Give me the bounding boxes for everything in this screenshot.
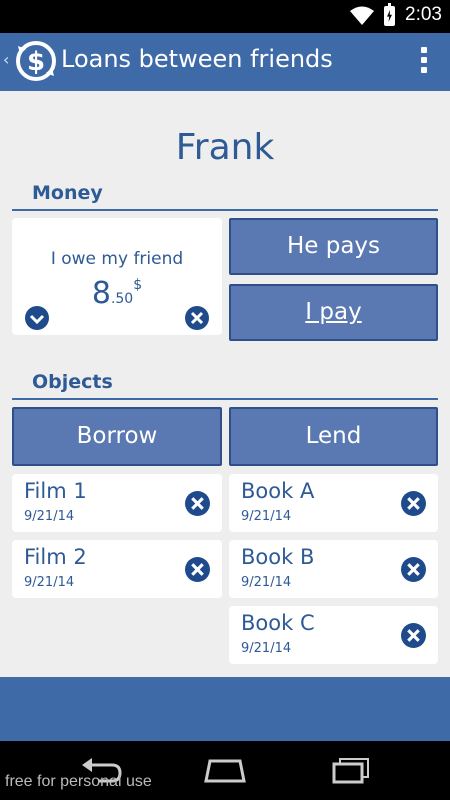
wifi-icon (350, 6, 374, 25)
app-bar: ‹ $ Loans between friends (0, 33, 450, 91)
recents-icon[interactable] (328, 755, 374, 785)
status-time: 2:03 (405, 4, 442, 25)
battery-icon (384, 3, 395, 26)
main-content: Frank Money I owe my friend 8.50$ He pay… (0, 91, 450, 677)
item-name: Book C (241, 611, 315, 635)
borrowed-item[interactable]: Film 2 9/21/14 (12, 540, 222, 598)
balance-card: I owe my friend 8.50$ (12, 218, 222, 335)
item-date: 9/21/14 (241, 509, 292, 524)
up-navigation-icon[interactable]: ‹ (3, 50, 9, 69)
delete-item-close-icon[interactable] (185, 557, 210, 582)
objects-section-title: Objects (32, 371, 113, 393)
overflow-menu-icon[interactable] (420, 47, 428, 77)
lent-item[interactable]: Book B 9/21/14 (229, 540, 438, 598)
friend-name: Frank (175, 127, 275, 168)
item-date: 9/21/14 (24, 509, 75, 524)
he-pays-button[interactable]: He pays (229, 218, 438, 275)
amount-decimal: .50 (110, 291, 134, 307)
watermark-text: free for personal use (5, 773, 152, 790)
i-pay-button[interactable]: I pay (229, 284, 438, 341)
item-name: Film 1 (24, 479, 87, 503)
item-date: 9/21/14 (241, 641, 292, 656)
app-logo-glyph: $ (27, 47, 45, 77)
delete-item-close-icon[interactable] (401, 491, 426, 516)
delete-item-close-icon[interactable] (401, 557, 426, 582)
chevron-down-icon[interactable] (25, 306, 49, 330)
delete-item-close-icon[interactable] (401, 623, 426, 648)
borrow-button[interactable]: Borrow (12, 407, 222, 466)
item-date: 9/21/14 (24, 575, 75, 590)
item-date: 9/21/14 (241, 575, 292, 590)
lent-item[interactable]: Book A 9/21/14 (229, 474, 438, 532)
borrowed-item[interactable]: Film 1 9/21/14 (12, 474, 222, 532)
system-navigation-bar: free for personal use (0, 741, 450, 800)
currency-symbol: $ (133, 277, 143, 293)
app-logo-icon[interactable]: $ (15, 40, 57, 82)
lend-button[interactable]: Lend (229, 407, 438, 466)
owe-label: I owe my friend (50, 249, 184, 269)
clear-balance-close-icon[interactable] (185, 306, 209, 330)
delete-item-close-icon[interactable] (185, 491, 210, 516)
objects-section-divider (12, 398, 438, 400)
lent-item[interactable]: Book C 9/21/14 (229, 606, 438, 664)
bottom-bar (0, 677, 450, 741)
status-bar: 2:03 (0, 0, 450, 33)
app-title: Loans between friends (61, 45, 333, 73)
item-name: Film 2 (24, 545, 87, 569)
money-section-title: Money (32, 182, 103, 204)
money-section-divider (12, 209, 438, 211)
amount-integer: 8 (91, 276, 111, 311)
item-name: Book B (241, 545, 315, 569)
home-icon[interactable] (200, 755, 250, 785)
item-name: Book A (241, 479, 315, 503)
i-pay-label: I pay (305, 299, 362, 325)
